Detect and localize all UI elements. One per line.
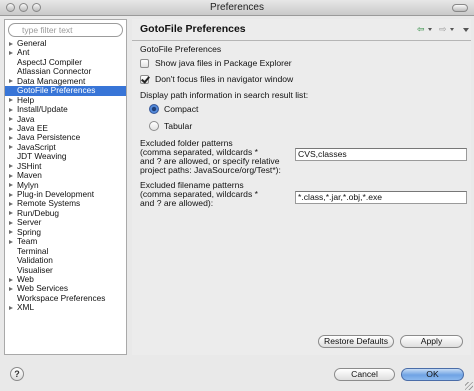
page-title: GotoFile Preferences <box>140 23 246 35</box>
display-path-label: Display path information in search resul… <box>140 90 309 100</box>
help-icon[interactable]: ? <box>10 367 24 381</box>
expand-arrow-icon[interactable] <box>9 126 13 131</box>
minimize-window-icon[interactable] <box>19 3 28 12</box>
view-menu-icon[interactable] <box>463 28 469 32</box>
expand-arrow-icon[interactable] <box>9 220 13 225</box>
zoom-window-icon[interactable] <box>32 3 41 12</box>
ok-button[interactable]: OK <box>401 368 464 381</box>
dont-focus-files-label[interactable]: Don't focus files in navigator window <box>155 74 293 84</box>
preference-tree: General Ant AspectJ Compiler Atlassian Conn… <box>5 38 126 313</box>
expand-arrow-icon[interactable] <box>9 98 13 103</box>
window-controls <box>6 3 41 12</box>
preference-page: GotoFile Preferences ⇦ ⇨ GotoFile Prefer… <box>132 19 471 355</box>
expand-arrow-icon[interactable] <box>9 135 13 140</box>
preferences-window: Preferences GeneralAntAspectJ CompilerAt… <box>0 0 474 391</box>
expand-arrow-icon[interactable] <box>9 202 13 207</box>
resize-grip-icon[interactable] <box>465 382 473 390</box>
expand-arrow-icon[interactable] <box>9 211 13 216</box>
window-title: Preferences <box>210 2 264 13</box>
compact-radio[interactable] <box>149 104 159 114</box>
expand-arrow-icon[interactable] <box>9 41 13 46</box>
expand-arrow-icon[interactable] <box>9 230 13 235</box>
forward-button[interactable]: ⇨ <box>439 24 461 35</box>
toolbar-toggle-icon[interactable] <box>452 4 468 12</box>
expand-arrow-icon[interactable] <box>9 79 13 84</box>
expand-arrow-icon[interactable] <box>9 51 13 56</box>
chevron-down-icon[interactable] <box>428 28 432 31</box>
forward-arrow-icon: ⇨ <box>439 24 447 34</box>
expand-arrow-icon[interactable] <box>9 277 13 282</box>
excluded-folder-input[interactable]: CVS,classes <box>295 148 467 161</box>
compact-label[interactable]: Compact <box>164 104 198 114</box>
expand-arrow-icon[interactable] <box>9 183 13 188</box>
show-java-files-checkbox[interactable] <box>140 59 149 68</box>
section-label: GotoFile Preferences <box>140 44 222 54</box>
chevron-down-icon[interactable] <box>450 28 454 31</box>
preference-tree-pane: GeneralAntAspectJ CompilerAtlassian Conn… <box>4 19 127 355</box>
excluded-filename-input[interactable]: *.class,*.jar,*.obj,*.exe <box>295 191 467 204</box>
title-bar: Preferences <box>0 0 474 16</box>
expand-arrow-icon[interactable] <box>9 192 13 197</box>
excluded-folder-label-line4: project paths: JavaSource/org/Test*): <box>140 165 281 175</box>
show-java-files-label[interactable]: Show java files in Package Explorer <box>155 58 292 68</box>
expand-arrow-icon[interactable] <box>9 173 13 178</box>
filter-input[interactable] <box>8 23 123 37</box>
page-header: GotoFile Preferences ⇦ ⇨ <box>132 19 471 41</box>
tabular-radio[interactable] <box>149 121 159 131</box>
tree-item[interactable]: XML <box>5 303 126 312</box>
tabular-label[interactable]: Tabular <box>164 121 192 131</box>
expand-arrow-icon[interactable] <box>9 145 13 150</box>
restore-defaults-button[interactable]: Restore Defaults <box>318 335 394 348</box>
dont-focus-files-checkbox[interactable] <box>140 75 149 84</box>
expand-arrow-icon[interactable] <box>9 305 13 310</box>
expand-arrow-icon[interactable] <box>9 164 13 169</box>
back-button[interactable]: ⇦ <box>417 24 439 35</box>
expand-arrow-icon[interactable] <box>9 286 13 291</box>
tree-item-label: XML <box>17 302 35 313</box>
back-arrow-icon: ⇦ <box>417 24 425 34</box>
expand-arrow-icon[interactable] <box>9 239 13 244</box>
cancel-button[interactable]: Cancel <box>334 368 395 381</box>
excluded-file-label-line3: and ? are allowed): <box>140 198 214 208</box>
expand-arrow-icon[interactable] <box>9 117 13 122</box>
apply-button[interactable]: Apply <box>400 335 463 348</box>
close-window-icon[interactable] <box>6 3 15 12</box>
expand-arrow-icon[interactable] <box>9 107 13 112</box>
